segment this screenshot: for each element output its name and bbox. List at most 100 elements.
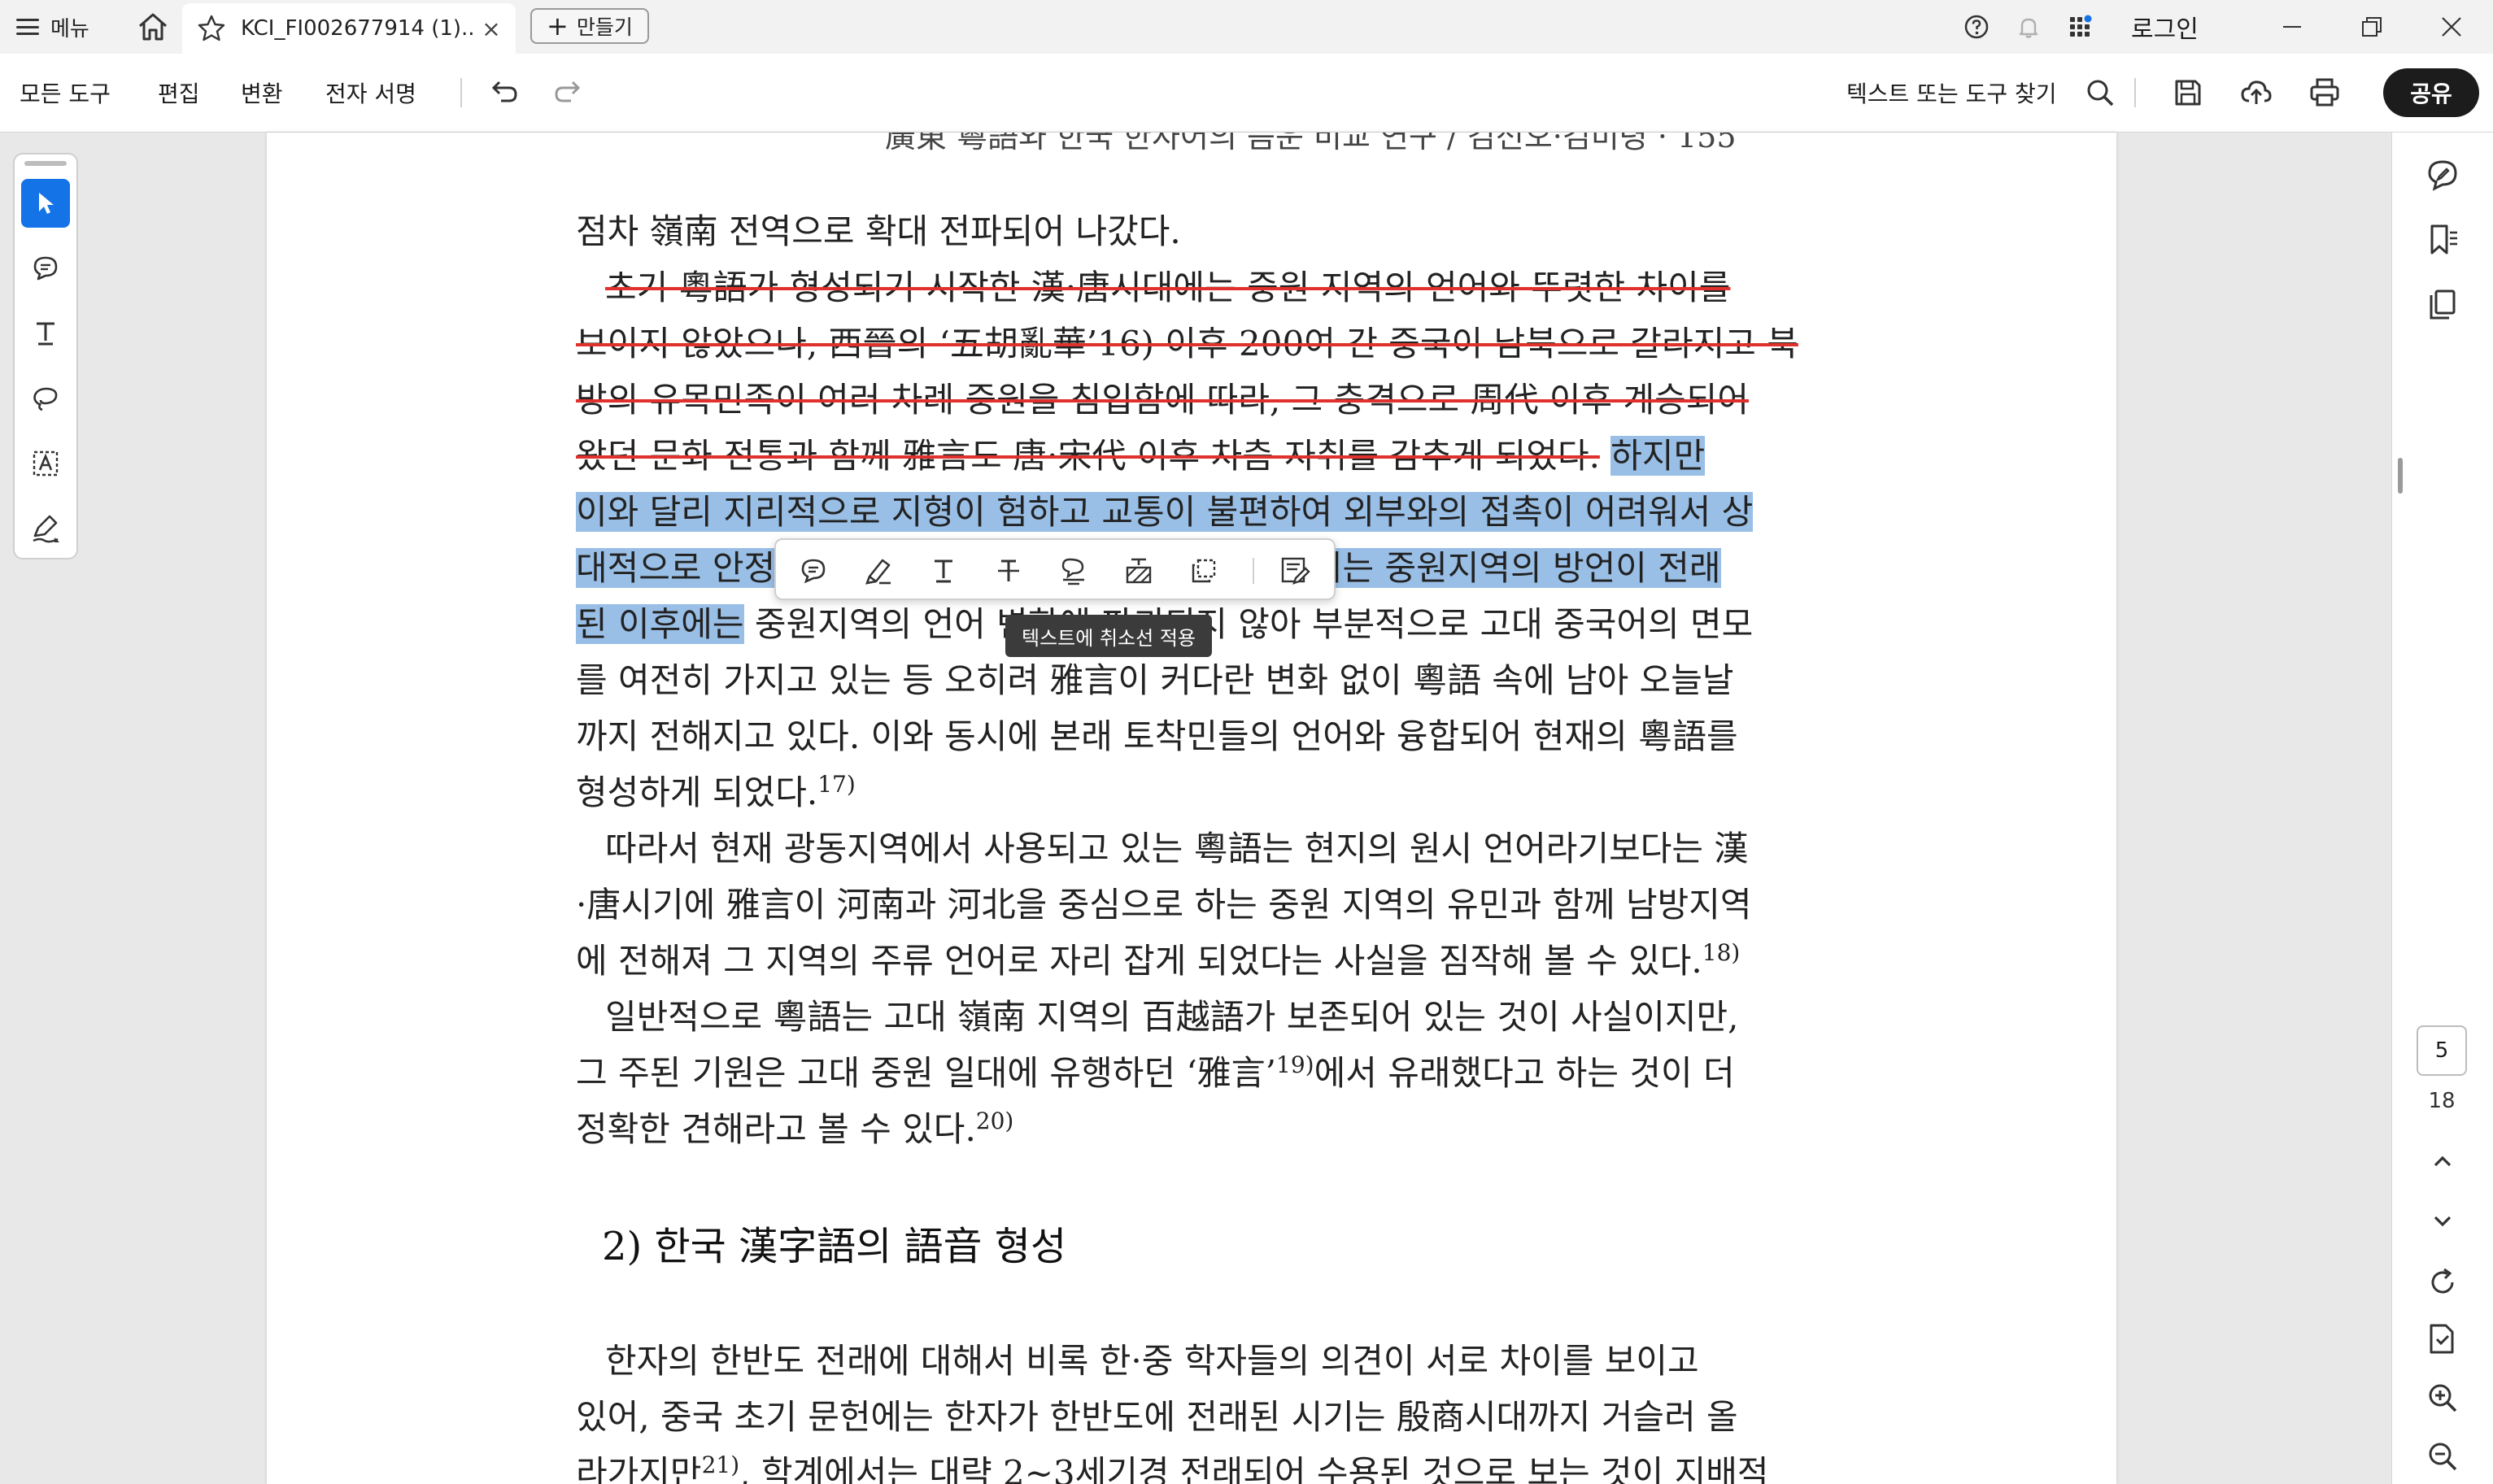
restore-icon xyxy=(2362,17,2382,37)
zoom-in-icon[interactable] xyxy=(2425,1380,2460,1416)
text-line[interactable]: 그 주된 기원은 고대 중원 일대에 유행하던 ‘雅言’19)에서 유래했다고 … xyxy=(576,1046,1735,1095)
save-icon[interactable] xyxy=(2172,76,2204,109)
strikethrough-icon xyxy=(998,559,1019,581)
text-line[interactable]: 이와 달리 지리적으로 지형이 험하고 교통이 불편하여 외부와의 접촉이 어려… xyxy=(576,485,1754,534)
selected-text: 된 이후에는 xyxy=(576,604,744,644)
undo-icon[interactable] xyxy=(486,76,519,109)
text-recognition-tool-button[interactable] xyxy=(21,439,70,488)
text-line[interactable]: 있어, 중국 초기 문헌에는 한자가 한반도에 전래된 시기는 殷商시대까지 거… xyxy=(576,1390,1738,1439)
quick-edit-text-button[interactable] xyxy=(1274,550,1316,592)
text-line[interactable]: 점차 嶺南 전역으로 확대 전파되어 나갔다. xyxy=(576,204,1181,254)
apps-icon[interactable] xyxy=(2068,14,2094,40)
text-line[interactable]: 를 여전히 가지고 있는 등 오히려 雅言이 커다란 변화 없이 粵語 속에 남… xyxy=(576,653,1733,703)
menu-all-tools[interactable]: 모든 도구 xyxy=(20,54,111,132)
menu-convert[interactable]: 변환 xyxy=(241,54,283,132)
line-text: 그 주된 기원은 고대 중원 일대에 유행하던 ‘雅言’ xyxy=(576,1053,1277,1093)
quick-underline-comment-button[interactable] xyxy=(1053,550,1095,592)
print-icon[interactable] xyxy=(2308,76,2341,109)
text-line[interactable]: 왔던 문화 전통과 함께 雅言도 唐·宋代 이후 차츰 자취를 감추게 되었다.… xyxy=(576,429,1706,478)
line-text: 를 여전히 가지고 있는 등 오히려 雅言이 커다란 변화 없이 粵語 속에 남… xyxy=(576,660,1734,700)
home-button[interactable] xyxy=(130,0,176,54)
chevron-down-icon[interactable] xyxy=(2425,1203,2460,1238)
search-icon[interactable] xyxy=(2084,76,2116,109)
line-text: ·唐시기에 雅言이 河南과 河北을 중심으로 하는 중원 지역의 유민과 함께 … xyxy=(576,885,1752,925)
star-icon[interactable] xyxy=(197,14,226,43)
quick-strikethrough-button[interactable] xyxy=(987,550,1030,592)
share-button[interactable]: 공유 xyxy=(2383,68,2479,117)
section-heading: 2) 한국 漢字語의 語音 형성 xyxy=(602,1224,1067,1269)
footnote-ref[interactable]: 18) xyxy=(1702,939,1741,966)
page-fit-icon[interactable] xyxy=(2425,1321,2460,1357)
strikethrough-tooltip: 텍스트에 취소선 적용 xyxy=(1005,615,1212,657)
line-text: 에 전해져 그 지역의 주류 언어로 자리 잡게 되었다는 사실을 짐작해 볼 … xyxy=(576,941,1702,981)
new-tab-label: 만들기 xyxy=(576,15,633,39)
footnote-ref[interactable]: 21) xyxy=(702,1451,740,1478)
redo-icon[interactable] xyxy=(553,76,586,109)
line-text: 까지 전해지고 있다. 이와 동시에 본래 토착민들의 언어와 융합되어 현재의… xyxy=(576,716,1738,756)
quick-highlight-button[interactable] xyxy=(857,550,900,592)
selected-text: 하지만 xyxy=(1610,436,1706,476)
text-line[interactable]: 일반적으로 粵語는 고대 嶺南 지역의 百越語가 보존되어 있는 것이 사실이지… xyxy=(605,990,1739,1039)
menu-button[interactable]: 메뉴 xyxy=(16,0,89,54)
text-line[interactable]: 형성하게 되었다.17) xyxy=(576,765,856,815)
rail-grip[interactable] xyxy=(24,161,67,166)
text-line[interactable]: 방의 유목민족이 여러 차례 중원을 침입함에 따라, 그 충격으로 周代 이후… xyxy=(576,372,1749,422)
document-tab[interactable]: KCI_FI002677914 (1).... × xyxy=(182,3,516,54)
quick-text-button[interactable] xyxy=(922,550,965,592)
comment-icon xyxy=(801,559,826,584)
quick-redact-button[interactable] xyxy=(1118,550,1160,592)
selected-text: 이와 달리 지리적으로 지형이 험하고 교통이 불편하여 외부와의 접촉이 어려… xyxy=(576,492,1754,532)
comment-tool-button[interactable] xyxy=(21,244,70,293)
quick-copy-button[interactable] xyxy=(1183,550,1225,592)
tab-close-button[interactable]: × xyxy=(475,15,508,42)
zoom-out-icon[interactable] xyxy=(2425,1438,2460,1474)
pdf-page[interactable]: 廣東 粵語와 한국 한자어의 음운 비교 연구 / 김선오·김미령 · 155 … xyxy=(267,133,2116,1484)
menu-edit[interactable]: 편집 xyxy=(158,54,200,132)
text-line[interactable]: 따라서 현재 광동지역에서 사용되고 있는 粵語는 현지의 원시 언어라기보다는… xyxy=(605,821,1748,871)
title-bar: 메뉴 KCI_FI002677914 (1).... × + 만들기 로그인 xyxy=(0,0,2493,54)
line-text: 라가지만 xyxy=(576,1453,702,1484)
tab-title: KCI_FI002677914 (1).... xyxy=(241,16,475,41)
footnote-ref[interactable]: 19) xyxy=(1276,1051,1314,1078)
bookmark-panel-icon[interactable] xyxy=(2425,222,2460,258)
text-line[interactable]: 초기 粵語가 형성되기 시작한 漢·唐시대에는 중원 지역의 언어와 뚜렷한 차… xyxy=(605,260,1730,310)
sign-tool-button[interactable] xyxy=(21,504,70,553)
text-line[interactable]: 한자의 한반도 전래에 대해서 비록 한·중 학자들의 의견이 서로 차이를 보… xyxy=(605,1334,1699,1383)
footnote-ref[interactable]: 20) xyxy=(976,1108,1014,1134)
pages-panel-icon[interactable] xyxy=(2425,287,2460,323)
plus-icon: + xyxy=(547,11,569,41)
text-icon xyxy=(37,322,54,346)
restore-button[interactable] xyxy=(2333,0,2411,54)
text-tool-button[interactable] xyxy=(21,309,70,358)
find-tools-label[interactable]: 텍스트 또는 도구 찾기 xyxy=(1846,54,2057,132)
bell-icon[interactable] xyxy=(2016,14,2042,40)
minimize-button[interactable] xyxy=(2253,0,2331,54)
toolbar-divider xyxy=(460,78,462,107)
current-page-input[interactable]: 5 xyxy=(2417,1025,2467,1076)
footnote-ref[interactable]: 17) xyxy=(817,771,856,798)
chevron-up-icon[interactable] xyxy=(2425,1144,2460,1180)
text-line[interactable]: 정확한 견해라고 볼 수 있다.20) xyxy=(576,1102,1013,1151)
help-icon[interactable] xyxy=(1963,14,1990,40)
text-line[interactable]: 보이지 않았으나, 西晉의 ‘五胡亂華’16) 이후 200여 간 중국이 남북… xyxy=(576,316,1798,366)
text-line[interactable]: 에 전해져 그 지역의 주류 언어로 자리 잡게 되었다는 사실을 짐작해 볼 … xyxy=(576,933,1740,983)
highlight-icon xyxy=(865,559,891,585)
menu-e-sign[interactable]: 전자 서명 xyxy=(325,54,416,132)
close-window-button[interactable] xyxy=(2412,0,2491,54)
new-tab-button[interactable]: + 만들기 xyxy=(530,8,649,44)
cursor-icon xyxy=(39,193,54,214)
text-line[interactable]: 라가지만21), 학계에서는 대략 2~3세기경 전래되어 수용된 것으로 보는… xyxy=(576,1446,1769,1484)
comment-panel-icon[interactable] xyxy=(2425,157,2460,193)
rotate-icon[interactable] xyxy=(2425,1264,2460,1300)
login-button[interactable]: 로그인 xyxy=(2131,0,2199,54)
line-text: 에서 유래했다고 하는 것이 더 xyxy=(1314,1053,1735,1093)
text-line[interactable]: 까지 전해지고 있다. 이와 동시에 본래 토착민들의 언어와 융합되어 현재의… xyxy=(576,709,1738,759)
quick-comment-button[interactable] xyxy=(792,550,835,592)
edit-text-icon xyxy=(1281,557,1310,585)
upload-cloud-icon[interactable] xyxy=(2240,76,2273,109)
text-line[interactable]: ·唐시기에 雅言이 河南과 河北을 중심으로 하는 중원 지역의 유민과 함께 … xyxy=(576,877,1752,927)
select-tool-button[interactable] xyxy=(21,179,70,228)
pen-sign-icon xyxy=(33,515,59,543)
vertical-scrollbar-thumb[interactable] xyxy=(2398,458,2403,494)
draw-tool-button[interactable] xyxy=(21,374,70,423)
